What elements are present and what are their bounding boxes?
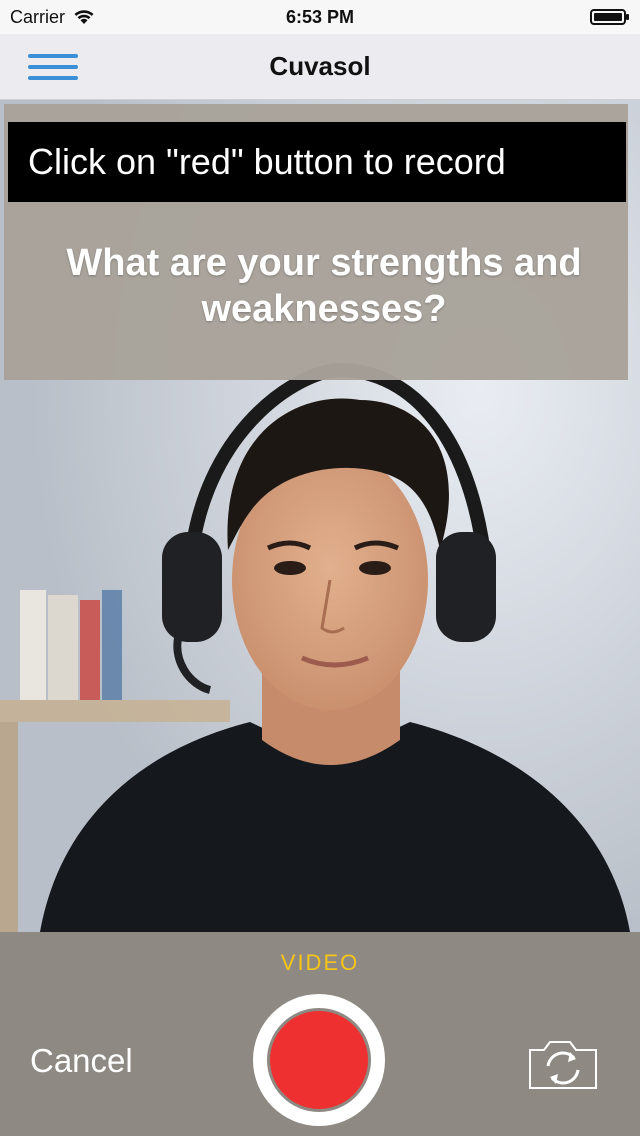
nav-title: Cuvasol [269, 51, 371, 81]
interview-question: What are your strengths and weaknesses? [66, 242, 582, 330]
cancel-button[interactable]: Cancel [30, 1042, 133, 1080]
wifi-icon [74, 10, 94, 24]
carrier-label: Carrier [10, 6, 66, 27]
menu-button[interactable] [28, 52, 78, 82]
hamburger-line [28, 76, 78, 80]
status-time: 6:53 PM [285, 6, 355, 27]
navigation-bar: Cuvasol [0, 34, 640, 100]
battery-icon [590, 9, 629, 25]
record-icon [267, 1008, 371, 1112]
status-left: Carrier [10, 7, 95, 28]
switch-camera-icon[interactable] [526, 1038, 600, 1092]
hamburger-menu-icon [28, 54, 78, 58]
record-button[interactable] [253, 994, 385, 1126]
hamburger-line [28, 65, 78, 69]
record-instruction: Click on "red" button to record [8, 122, 626, 202]
status-bar: Carrier 6:53 PM [0, 0, 640, 34]
camera-controls: VIDEO Cancel [0, 932, 640, 1136]
camera-mode-label[interactable]: VIDEO [0, 950, 640, 976]
